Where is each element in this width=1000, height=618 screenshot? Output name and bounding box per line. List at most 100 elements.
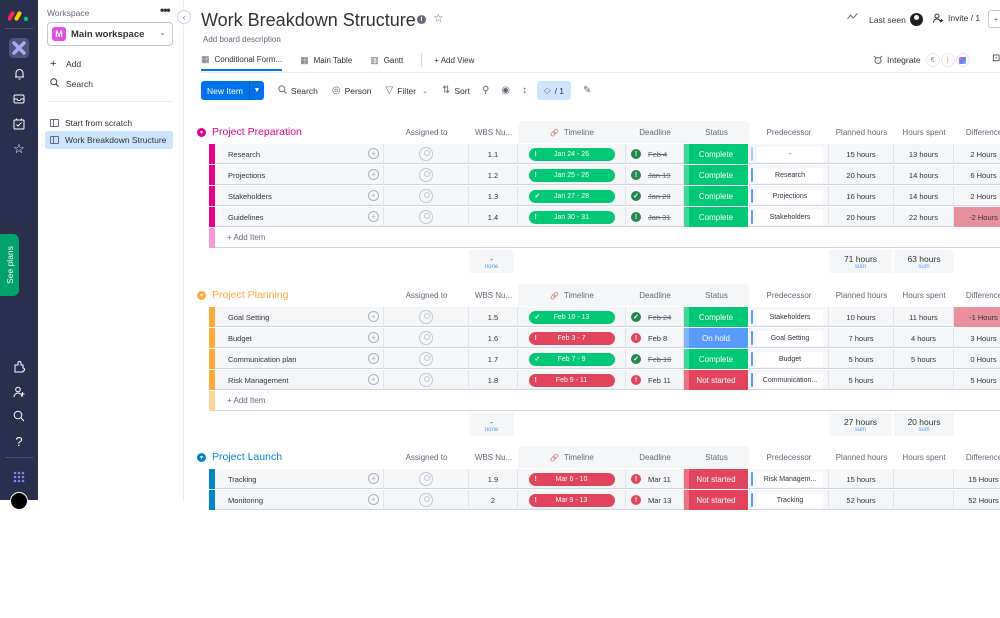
- add-update-icon[interactable]: +: [368, 190, 379, 201]
- item-name[interactable]: Communication plan: [215, 349, 384, 369]
- filter-button[interactable]: ▽ Filter ⌄: [386, 85, 428, 96]
- tab-main-table[interactable]: ▦ Main Table: [300, 49, 352, 71]
- deadline-cell[interactable]: ! Feb 4: [626, 144, 684, 164]
- column-header-difference[interactable]: Difference: [954, 128, 1000, 137]
- grid-menu-icon[interactable]: [0, 467, 38, 487]
- automations-icon[interactable]: ⊡: [992, 53, 1000, 64]
- sidebar-search-button[interactable]: Search: [50, 78, 93, 90]
- hours-spent[interactable]: [894, 469, 954, 489]
- column-header-assigned[interactable]: Assigned to: [384, 291, 469, 300]
- column-header-planned[interactable]: Planned hours: [829, 291, 894, 300]
- hours-spent[interactable]: [894, 490, 954, 510]
- column-header-spent[interactable]: Hours spent: [894, 453, 954, 462]
- wbs-number[interactable]: 1.9: [469, 469, 518, 489]
- item-name[interactable]: Tracking: [215, 469, 384, 489]
- column-header-timeline[interactable]: 🔗 Timeline: [518, 453, 626, 462]
- star-icon[interactable]: ☆: [433, 11, 444, 25]
- column-header-spent[interactable]: Hours spent: [894, 291, 954, 300]
- column-header-status[interactable]: Status: [684, 128, 749, 137]
- status-label[interactable]: Complete: [684, 349, 749, 369]
- more-options-icon[interactable]: •••: [160, 3, 171, 17]
- my-work-icon[interactable]: [0, 114, 38, 134]
- assigned-to-cell[interactable]: [384, 307, 469, 327]
- status-label[interactable]: Complete: [684, 165, 749, 185]
- person-filter-button[interactable]: ◎ Person: [332, 85, 372, 96]
- tab-gantt[interactable]: ▥ Gantt: [370, 49, 403, 71]
- hours-spent[interactable]: 13 hours: [894, 144, 954, 164]
- wbs-number[interactable]: 2: [469, 490, 518, 510]
- new-item-label[interactable]: New Item: [201, 81, 250, 100]
- column-header-predecessor[interactable]: Predecessor: [749, 453, 829, 462]
- favorites-icon[interactable]: ☆: [0, 139, 38, 159]
- add-item-label[interactable]: + Add Item: [227, 233, 265, 242]
- collapse-sidebar-button[interactable]: ‹: [177, 10, 191, 24]
- assigned-to-cell[interactable]: [384, 144, 469, 164]
- status-label[interactable]: Complete: [684, 186, 749, 206]
- formula-edit-icon[interactable]: ✎: [583, 85, 591, 96]
- bell-icon[interactable]: [0, 64, 38, 84]
- add-view-button[interactable]: + Add View: [434, 49, 474, 71]
- hours-spent[interactable]: 5 hours: [894, 349, 954, 369]
- row-height-icon[interactable]: ↕: [522, 85, 527, 96]
- hours-spent[interactable]: 22 hours: [894, 207, 954, 227]
- wbs-number[interactable]: 1.3: [469, 186, 518, 206]
- planned-hours[interactable]: 20 hours: [829, 207, 894, 227]
- planned-hours[interactable]: 5 hours: [829, 370, 894, 390]
- wbs-number[interactable]: 1.2: [469, 165, 518, 185]
- workspace-selector[interactable]: M Main workspace ⌄: [47, 22, 173, 46]
- timeline-cell[interactable]: ✓ Feb 10 - 13: [518, 307, 626, 327]
- hours-spent[interactable]: 14 hours: [894, 186, 954, 206]
- wbs-number[interactable]: 1.7: [469, 349, 518, 369]
- new-item-button[interactable]: New Item ▼: [201, 81, 264, 100]
- timeline-cell[interactable]: ! Jan 24 - 26: [518, 144, 626, 164]
- deadline-cell[interactable]: ! Mar 11: [626, 469, 684, 489]
- planned-hours[interactable]: 16 hours: [829, 186, 894, 206]
- wbs-number[interactable]: 1.5: [469, 307, 518, 327]
- predecessor-cell[interactable]: Research: [749, 165, 829, 185]
- column-header-deadline[interactable]: Deadline: [626, 453, 684, 462]
- timeline-cell[interactable]: ! Mar 9 - 13: [518, 490, 626, 510]
- page-title[interactable]: Work Breakdown Structure: [201, 10, 416, 31]
- status-label[interactable]: Complete: [684, 207, 749, 227]
- sort-button[interactable]: ⇅ Sort: [442, 85, 470, 96]
- color-rules-button[interactable]: ◇ / 1: [537, 81, 572, 100]
- predecessor-cell[interactable]: Stakeholders: [749, 307, 829, 327]
- last-seen-button[interactable]: Last seen: [869, 13, 923, 26]
- column-header-difference[interactable]: Difference: [954, 291, 1000, 300]
- sidebar-item-start-from-scratch[interactable]: Start from scratch: [45, 114, 173, 132]
- timeline-cell[interactable]: ! Jan 25 - 26: [518, 165, 626, 185]
- predecessor-cell[interactable]: Tracking: [749, 490, 829, 510]
- column-header-wbs[interactable]: WBS Nu...: [469, 128, 518, 137]
- item-name[interactable]: Guidelines: [215, 207, 384, 227]
- apps-icon[interactable]: [0, 357, 38, 377]
- collapse-group-icon[interactable]: ▼: [197, 453, 206, 462]
- column-header-deadline[interactable]: Deadline: [626, 128, 684, 137]
- wbs-number[interactable]: 1.6: [469, 328, 518, 348]
- invite-button[interactable]: Invite / 1: [933, 13, 980, 23]
- workspaces-icon[interactable]: [9, 38, 29, 58]
- add-update-icon[interactable]: +: [368, 374, 379, 385]
- add-item-row[interactable]: + Add Item: [209, 228, 1000, 248]
- item-name[interactable]: Monitoring: [215, 490, 384, 510]
- add-item-row[interactable]: + Add Item: [209, 391, 1000, 411]
- column-header-spent[interactable]: Hours spent: [894, 128, 954, 137]
- wbs-number[interactable]: 1.1: [469, 144, 518, 164]
- column-header-predecessor[interactable]: Predecessor: [749, 128, 829, 137]
- inbox-icon[interactable]: [0, 89, 38, 109]
- column-header-wbs[interactable]: WBS Nu...: [469, 453, 518, 462]
- timeline-cell[interactable]: ! Mar 6 - 10: [518, 469, 626, 489]
- user-avatar[interactable]: [10, 492, 28, 510]
- timeline-cell[interactable]: ! Jan 30 - 31: [518, 207, 626, 227]
- status-label[interactable]: Not started: [684, 469, 749, 489]
- sidebar-item-work-breakdown-structure[interactable]: Work Breakdown Structure: [45, 131, 173, 149]
- planned-hours[interactable]: 15 hours: [829, 144, 894, 164]
- add-update-icon[interactable]: +: [368, 311, 379, 322]
- predecessor-cell[interactable]: Communication...: [749, 370, 829, 390]
- deadline-cell[interactable]: ! Mar 13: [626, 490, 684, 510]
- column-header-assigned[interactable]: Assigned to: [384, 453, 469, 462]
- integrate-button[interactable]: Integrate € ⟩: [873, 53, 970, 67]
- deadline-cell[interactable]: ! Jan 19: [626, 165, 684, 185]
- hide-icon[interactable]: ◉: [501, 85, 510, 96]
- wbs-number[interactable]: 1.8: [469, 370, 518, 390]
- planned-hours[interactable]: 10 hours: [829, 307, 894, 327]
